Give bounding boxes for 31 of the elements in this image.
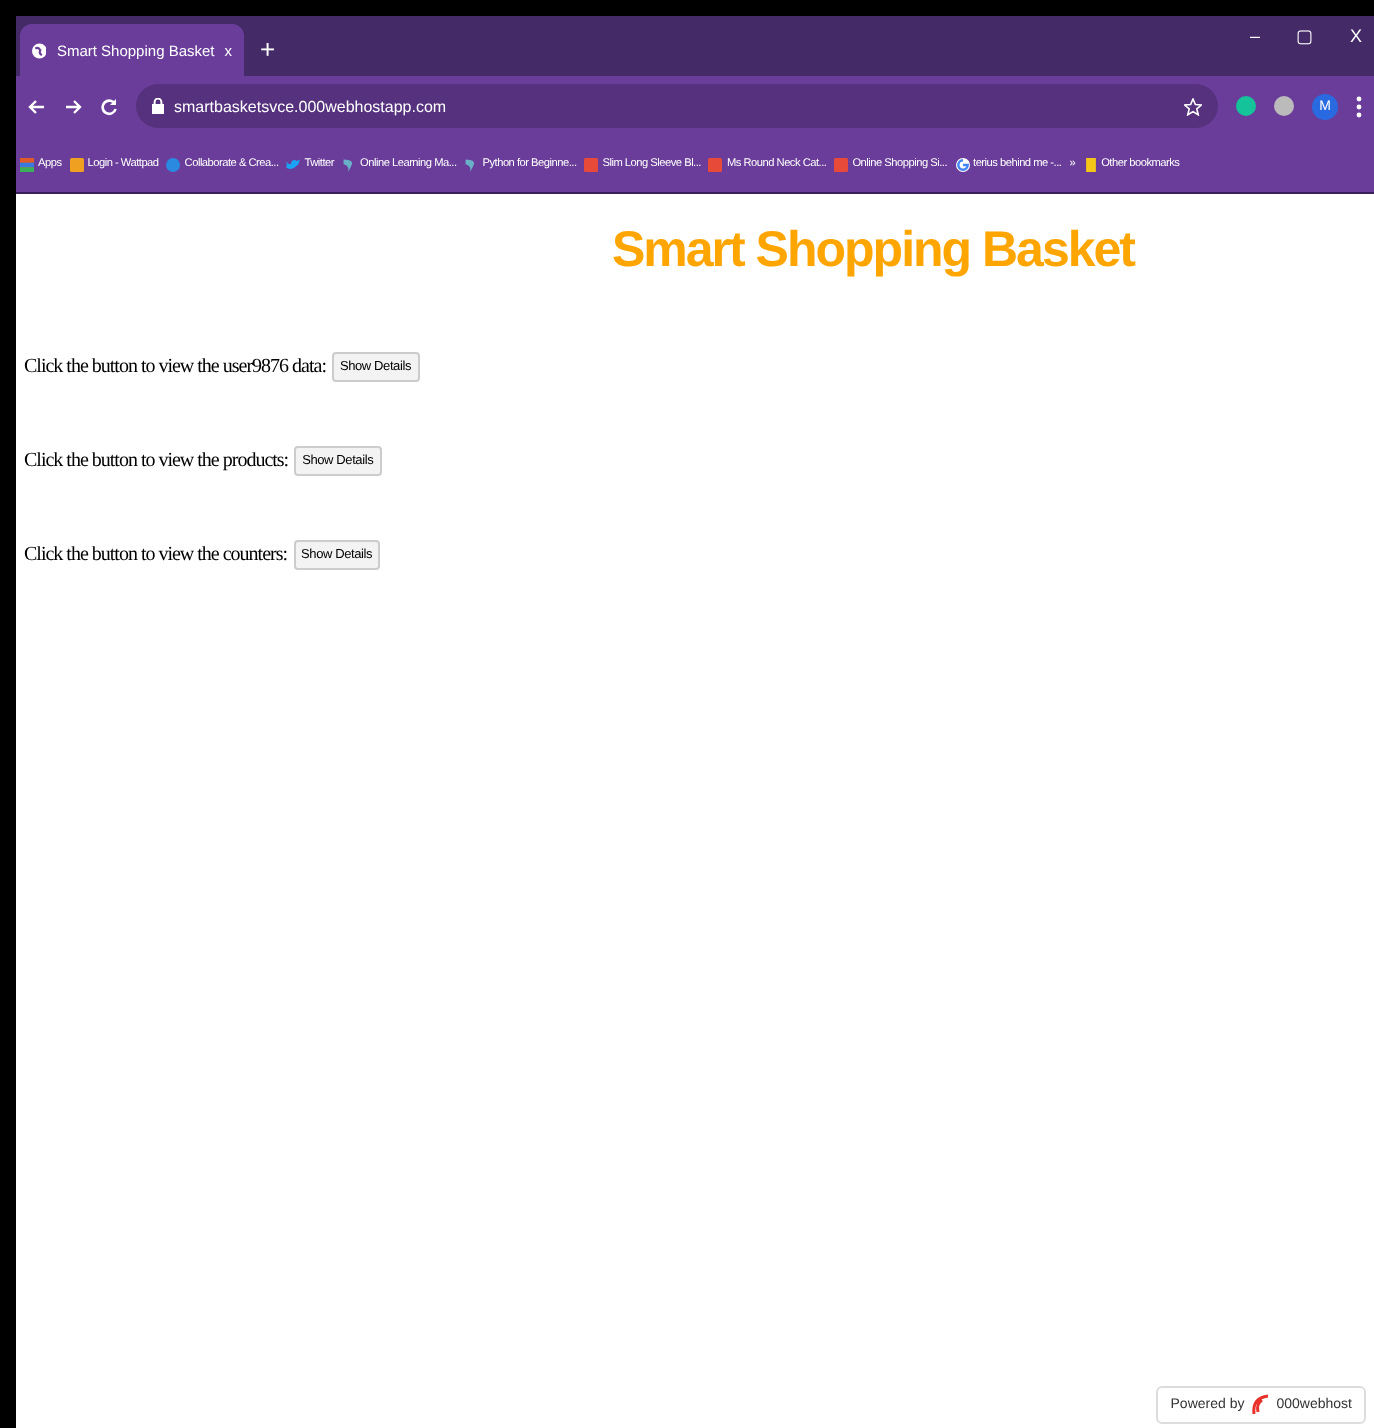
minimize-button[interactable]: –: [1249, 26, 1260, 46]
page-heading: Smart Shopping Basket: [610, 220, 1137, 280]
back-arrow-icon[interactable]: [28, 97, 46, 115]
new-tab-button[interactable]: +: [260, 34, 276, 64]
favicon-square-icon: [69, 157, 84, 171]
lock-icon: [152, 98, 164, 114]
favicon-square-icon: [708, 157, 723, 171]
globe-icon: [32, 41, 47, 59]
star-icon[interactable]: [1184, 97, 1202, 115]
menu-dots-icon[interactable]: [1356, 95, 1362, 117]
grid-icon: [20, 157, 34, 171]
instruction-text: Click the button to view the counters:: [24, 544, 288, 566]
folder-icon: [1083, 157, 1098, 171]
leaf-icon: [464, 157, 479, 171]
extension-circle-icon[interactable]: [1274, 96, 1294, 116]
forward-arrow-icon[interactable]: [64, 97, 82, 115]
address-bar[interactable]: smartbasketsvce.000webhostapp.com: [136, 84, 1218, 128]
bird-icon: [286, 157, 301, 171]
leaf-icon: [342, 157, 357, 171]
favicon-square-icon: [584, 157, 599, 171]
extension-circle-icon[interactable]: [1236, 96, 1256, 116]
favicon-square-icon: [834, 157, 849, 171]
instruction-text: Click the button to view the products:: [24, 450, 289, 472]
close-button[interactable]: X: [1349, 26, 1362, 46]
favicon-circle-icon: [166, 157, 181, 171]
swirl-logo-icon: [1250, 1394, 1271, 1416]
maximize-button[interactable]: ▢: [1295, 26, 1314, 46]
instruction-text: Click the button to view the user9876 data:: [24, 356, 326, 378]
url-text: smartbasketsvce.000webhostapp.com: [174, 97, 449, 115]
reload-icon[interactable]: [100, 97, 118, 115]
google-icon: [955, 157, 970, 171]
